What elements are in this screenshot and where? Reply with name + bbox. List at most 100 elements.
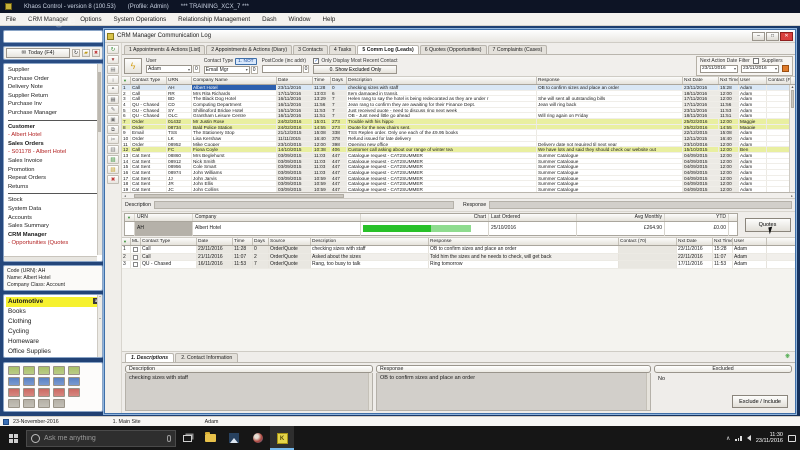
sidebar-item-delivery-note[interactable]: Delivery Note [8,83,101,92]
cortana-search[interactable]: Ask me anything [26,430,176,447]
refresh-icon[interactable]: ↻ [72,49,80,57]
sidebar-item-sales-invoice[interactable]: Sales Invoice [8,157,101,166]
user-filter-select[interactable]: Adam▾ [146,65,192,73]
quick-action-icon[interactable] [53,377,65,386]
grid-header-Contact Type[interactable]: Contact Type [131,77,167,84]
row-checkbox[interactable] [133,247,138,252]
sidebar-item--albert-hotel[interactable]: - Albert Hotel [8,131,101,140]
tab-3[interactable]: 3 Contacts [293,45,328,54]
grid-header-Nxt Date[interactable]: Nxt Date [683,77,719,84]
quick-action-icon[interactable] [38,399,50,408]
close-red-icon[interactable]: ✖ [107,175,119,184]
quick-action-icon[interactable] [23,388,35,397]
date-from-select[interactable]: 23/11/2016▾ [700,65,738,73]
sidebar-item-supplier-return[interactable]: Supplier Return [8,92,101,101]
grid-header-Description[interactable]: Description [347,77,537,84]
detail-header-Source[interactable]: Source [269,238,311,245]
nav-vertical-scrollbar[interactable] [97,64,102,255]
category-item-cycling[interactable]: Cycling [6,327,100,337]
category-item-office-supplies[interactable]: Office Supplies [6,347,100,357]
close-button[interactable]: ✕ [780,32,793,41]
description-textarea[interactable]: checking sizes with staff [125,373,373,411]
sidebar-item-repeat-orders[interactable]: Repeat Orders [8,174,101,183]
menu-item-options[interactable]: Options [74,15,107,24]
sidebar-item-accounts[interactable]: Accounts [8,214,101,223]
menu-item-help[interactable]: Help [317,15,342,24]
quick-action-icon[interactable] [8,399,20,408]
detail-header-ML[interactable]: ML [131,238,141,245]
detail-header-Nxt Time[interactable]: Nxt Time [713,238,733,245]
quick-action-icon[interactable] [38,388,50,397]
table-row[interactable]: 2Call21/11/201611:072Order/QuoteAsked ab… [122,254,795,262]
quick-action-icon[interactable] [53,388,65,397]
grid-header-User[interactable]: User [739,77,767,84]
folder-icon[interactable]: ▰ [82,49,90,57]
quick-action-icon[interactable] [23,377,35,386]
detail-header-Nxt Date[interactable]: Nxt Date [677,238,713,245]
tab-4[interactable]: 4 Tasks [329,45,357,54]
sidebar-item-promotion[interactable]: Promotion [8,166,101,175]
sidebar-item-sales-summary[interactable]: Sales Summary [8,222,101,231]
grid-header-Nxt Time[interactable]: Nxt Time [719,77,739,84]
menu-item-dash[interactable]: Dash [256,15,282,24]
taskbar-clock[interactable]: 11:30 23/11/2016 [756,432,783,444]
not-toggle-button[interactable]: 1. NOT [235,58,256,65]
delete-icon[interactable]: ▾ [107,55,119,64]
bottom-tab-1[interactable]: 1. Descriptions [125,353,174,362]
tab-1[interactable]: 1 Appointments & Actions [List] [124,45,205,54]
detail-header-Time[interactable]: Time [233,238,253,245]
today-button[interactable]: ✉Today (F4) [6,48,70,58]
khaos-control-taskbar-button[interactable]: K [270,426,294,450]
recent-contact-checkbox[interactable]: ✓ [313,58,319,64]
sidebar-item-crm-manager[interactable]: CRM Manager [8,231,101,240]
row-checkbox[interactable] [133,255,138,260]
quick-action-icon[interactable] [38,366,50,375]
tab-6[interactable]: 6 Quotes (Opportunities) [420,45,487,54]
response-textarea[interactable]: OB to confirm sizes and place an order [376,373,651,411]
sidebar-item--s01178-albert-hotel[interactable]: - S01178 - Albert Hotel [8,148,101,157]
window-titlebar[interactable]: CRM Manager Communication Log – □ ✕ [105,30,795,43]
grid-header-Date[interactable]: Date [277,77,313,84]
response-filter-input[interactable] [489,201,792,209]
browser-button[interactable] [246,426,270,450]
task-view-button[interactable] [176,426,198,450]
description-scrollbar[interactable] [368,373,372,410]
table-row[interactable]: 3QU - Chased16/11/201611:537Order/QuoteR… [122,261,795,269]
sidebar-item-purchase-inv[interactable]: Purchase Inv [8,100,101,109]
summary-row[interactable]: AHAlbert Hotel25/10/2016£264.90£0.00 [125,222,737,236]
idea-icon[interactable]: ¡ [107,75,119,84]
detail-header-Date[interactable]: Date [197,238,233,245]
tab-7[interactable]: 7 Complaints (Cases) [488,45,548,54]
show-excluded-button[interactable]: 0. Show Excluded Only [313,65,397,74]
detail-header-Contact Type[interactable]: Contact Type [141,238,197,245]
export-icon[interactable]: ▧ [107,165,119,174]
edit-contact-icon[interactable]: ϟ [124,58,142,74]
postcode-input[interactable] [262,65,302,73]
menu-item-file[interactable]: File [0,15,22,24]
sidebar-item-supplier[interactable]: Supplier [8,66,101,75]
file-explorer-button[interactable] [198,426,222,450]
grid-header-Time[interactable]: Time [313,77,331,84]
quote-icon[interactable]: ❝ [107,85,119,94]
sidebar-item-purchase-order[interactable]: Purchase Order [8,75,101,84]
quick-action-icon[interactable] [8,377,20,386]
tab-5[interactable]: 5 Comm Log (Leads) [357,45,418,54]
description-filter-input[interactable] [154,201,454,209]
quick-action-icon[interactable] [53,399,65,408]
volume-icon[interactable] [747,435,751,441]
cut-icon[interactable]: ✂ [107,135,119,144]
grid-header-filter[interactable]: ▼ [122,77,131,84]
sidebar-item-customer[interactable]: Customer [8,123,101,132]
quotes-button[interactable]: Quotes [745,218,791,232]
quick-action-icon[interactable] [8,388,20,397]
detail-header-Contact (70)[interactable]: Contact (70) [619,238,677,245]
detail-header-filter[interactable]: ▼ [122,238,131,245]
grid-vertical-scrollbar[interactable]: ▲ [789,85,795,192]
grid-header-URN[interactable]: URN [167,77,192,84]
sidebar-item-returns[interactable]: Returns [8,183,101,192]
print-icon[interactable]: ▣ [107,115,119,124]
quick-action-icon[interactable] [68,388,80,397]
clear-filter-icon[interactable] [782,65,789,72]
category-item-automotive[interactable]: Automotive3 [6,297,100,307]
minimize-button[interactable]: – [752,32,765,41]
